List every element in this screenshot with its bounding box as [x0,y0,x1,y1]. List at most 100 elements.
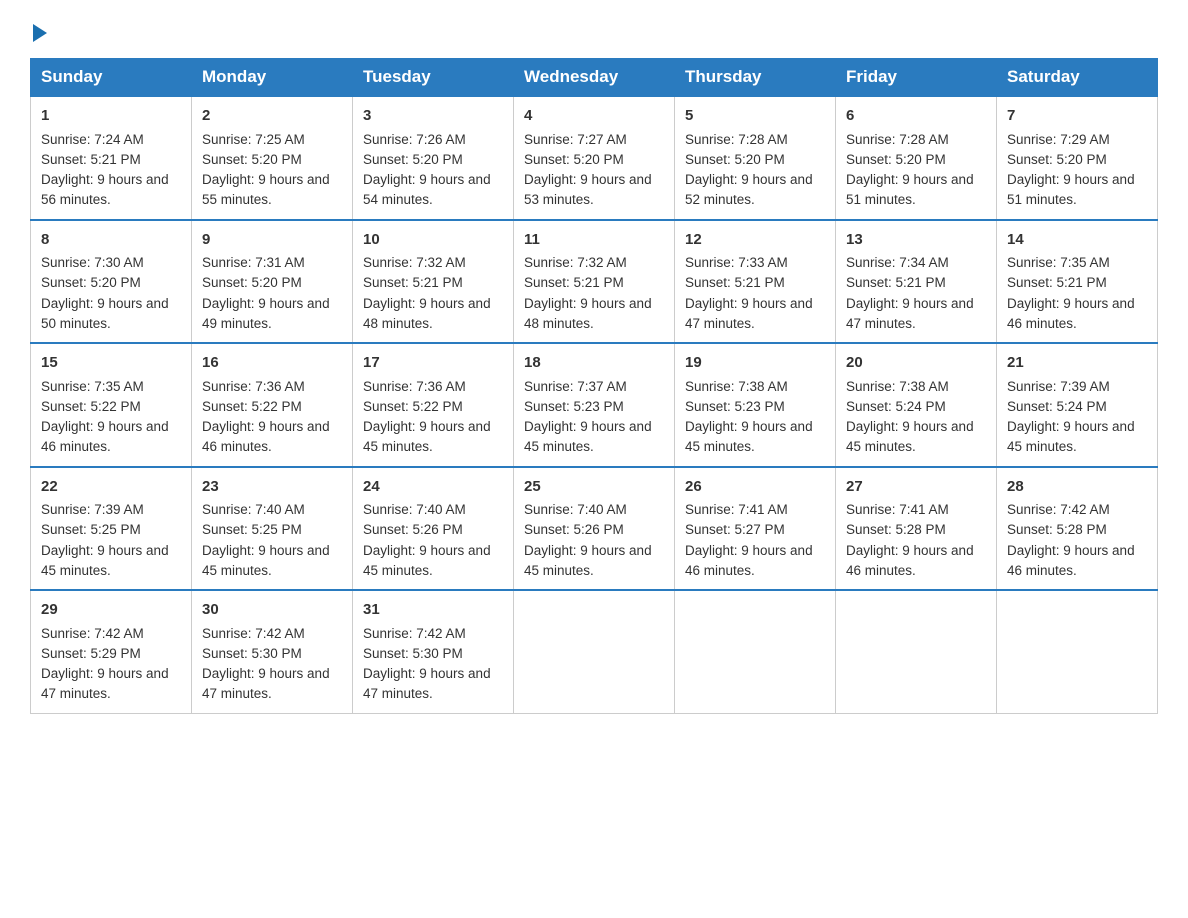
calendar-cell: 2Sunrise: 7:25 AMSunset: 5:20 PMDaylight… [192,96,353,220]
sunset-text: Sunset: 5:22 PM [41,399,141,414]
sunrise-text: Sunrise: 7:32 AM [363,255,466,270]
calendar-cell: 25Sunrise: 7:40 AMSunset: 5:26 PMDayligh… [514,467,675,591]
sunset-text: Sunset: 5:30 PM [202,646,302,661]
calendar-cell: 23Sunrise: 7:40 AMSunset: 5:25 PMDayligh… [192,467,353,591]
sunset-text: Sunset: 5:28 PM [846,522,946,537]
calendar-cell: 15Sunrise: 7:35 AMSunset: 5:22 PMDayligh… [31,343,192,467]
daylight-text: Daylight: 9 hours and 46 minutes. [202,419,330,454]
sunset-text: Sunset: 5:20 PM [363,152,463,167]
sunrise-text: Sunrise: 7:42 AM [363,626,466,641]
sunset-text: Sunset: 5:20 PM [202,152,302,167]
sunrise-text: Sunrise: 7:40 AM [524,502,627,517]
day-number: 4 [524,105,664,128]
sunset-text: Sunset: 5:21 PM [363,275,463,290]
calendar-cell: 21Sunrise: 7:39 AMSunset: 5:24 PMDayligh… [997,343,1158,467]
calendar-cell: 3Sunrise: 7:26 AMSunset: 5:20 PMDaylight… [353,96,514,220]
sunset-text: Sunset: 5:21 PM [41,152,141,167]
sunset-text: Sunset: 5:25 PM [41,522,141,537]
calendar-cell: 19Sunrise: 7:38 AMSunset: 5:23 PMDayligh… [675,343,836,467]
day-number: 8 [41,229,181,252]
daylight-text: Daylight: 9 hours and 45 minutes. [363,543,491,578]
week-row-2: 8 Sunrise: 7:30 AM Sunset: 5:20 PM Daylight… [31,220,1158,344]
calendar-cell: 24Sunrise: 7:40 AMSunset: 5:26 PMDayligh… [353,467,514,591]
day-header-saturday: Saturday [997,59,1158,97]
calendar-cell: 7Sunrise: 7:29 AMSunset: 5:20 PMDaylight… [997,96,1158,220]
sunrise-text: Sunrise: 7:35 AM [1007,255,1110,270]
week-row-1: 1Sunrise: 7:24 AMSunset: 5:21 PMDaylight… [31,96,1158,220]
daylight-text: Daylight: 9 hours and 45 minutes. [524,543,652,578]
sunrise-text: Sunrise: 7:32 AM [524,255,627,270]
sunrise-text: Sunrise: 7:26 AM [363,132,466,147]
calendar-cell: 10Sunrise: 7:32 AMSunset: 5:21 PMDayligh… [353,220,514,344]
sunset-text: Sunset: 5:24 PM [846,399,946,414]
day-number: 1 [41,105,181,128]
day-number: 15 [41,352,181,375]
day-number: 12 [685,229,825,252]
sunset-text: Sunset: 5:21 PM [846,275,946,290]
sunset-text: Sunset: 5:29 PM [41,646,141,661]
sunrise-text: Sunrise: 7:28 AM [685,132,788,147]
daylight-text: Daylight: 9 hours and 52 minutes. [685,172,813,207]
day-header-sunday: Sunday [31,59,192,97]
day-number: 5 [685,105,825,128]
day-number: 2 [202,105,342,128]
calendar-cell [514,590,675,713]
calendar-cell: 22Sunrise: 7:39 AMSunset: 5:25 PMDayligh… [31,467,192,591]
sunrise-text: Sunrise: 7:42 AM [1007,502,1110,517]
daylight-text: Daylight: 9 hours and 46 minutes. [685,543,813,578]
daylight-text: Daylight: 9 hours and 46 minutes. [1007,543,1135,578]
daylight-text: Daylight: 9 hours and 56 minutes. [41,172,169,207]
calendar-cell [675,590,836,713]
sunrise-text: Sunrise: 7:31 AM [202,255,305,270]
calendar-cell: 8 Sunrise: 7:30 AM Sunset: 5:20 PM Daylight… [31,220,192,344]
sunrise-text: Sunrise: 7:27 AM [524,132,627,147]
day-number: 21 [1007,352,1147,375]
sunrise-text: Sunrise: 7:30 AM [41,255,144,270]
sunrise-text: Sunrise: 7:28 AM [846,132,949,147]
sunset-text: Sunset: 5:23 PM [524,399,624,414]
daylight-text: Daylight: 9 hours and 47 minutes. [363,666,491,701]
sunrise-text: Sunrise: 7:36 AM [202,379,305,394]
daylight-text: Daylight: 9 hours and 51 minutes. [1007,172,1135,207]
sunrise-text: Sunrise: 7:41 AM [685,502,788,517]
sunset-text: Sunset: 5:22 PM [363,399,463,414]
daylight-text: Daylight: 9 hours and 46 minutes. [1007,296,1135,331]
sunrise-text: Sunrise: 7:41 AM [846,502,949,517]
sunset-text: Sunset: 5:21 PM [685,275,785,290]
day-header-thursday: Thursday [675,59,836,97]
sunrise-text: Sunrise: 7:40 AM [363,502,466,517]
daylight-text: Daylight: 9 hours and 47 minutes. [202,666,330,701]
sunrise-text: Sunrise: 7:33 AM [685,255,788,270]
day-number: 9 [202,229,342,252]
sunset-text: Sunset: 5:22 PM [202,399,302,414]
sunrise-text: Sunrise: 7:39 AM [1007,379,1110,394]
sunset-text: Sunset: 5:20 PM [202,275,302,290]
day-number: 28 [1007,476,1147,499]
calendar-cell: 30Sunrise: 7:42 AMSunset: 5:30 PMDayligh… [192,590,353,713]
daylight-text: Daylight: 9 hours and 45 minutes. [685,419,813,454]
sunset-text: Sunset: 5:20 PM [846,152,946,167]
daylight-text: Daylight: 9 hours and 49 minutes. [202,296,330,331]
daylight-text: Daylight: 9 hours and 50 minutes. [41,296,169,331]
day-number: 14 [1007,229,1147,252]
calendar-cell: 13Sunrise: 7:34 AMSunset: 5:21 PMDayligh… [836,220,997,344]
day-number: 19 [685,352,825,375]
sunset-text: Sunset: 5:26 PM [524,522,624,537]
sunrise-text: Sunrise: 7:34 AM [846,255,949,270]
day-number: 26 [685,476,825,499]
sunset-text: Sunset: 5:20 PM [41,275,141,290]
daylight-text: Daylight: 9 hours and 55 minutes. [202,172,330,207]
calendar-cell: 28Sunrise: 7:42 AMSunset: 5:28 PMDayligh… [997,467,1158,591]
calendar-cell: 29Sunrise: 7:42 AMSunset: 5:29 PMDayligh… [31,590,192,713]
day-number: 23 [202,476,342,499]
calendar-cell [997,590,1158,713]
sunset-text: Sunset: 5:21 PM [1007,275,1107,290]
days-of-week-row: SundayMondayTuesdayWednesdayThursdayFrid… [31,59,1158,97]
daylight-text: Daylight: 9 hours and 45 minutes. [41,543,169,578]
sunset-text: Sunset: 5:30 PM [363,646,463,661]
day-header-monday: Monday [192,59,353,97]
calendar-cell: 6Sunrise: 7:28 AMSunset: 5:20 PMDaylight… [836,96,997,220]
daylight-text: Daylight: 9 hours and 48 minutes. [524,296,652,331]
sunset-text: Sunset: 5:24 PM [1007,399,1107,414]
header [30,20,1158,42]
